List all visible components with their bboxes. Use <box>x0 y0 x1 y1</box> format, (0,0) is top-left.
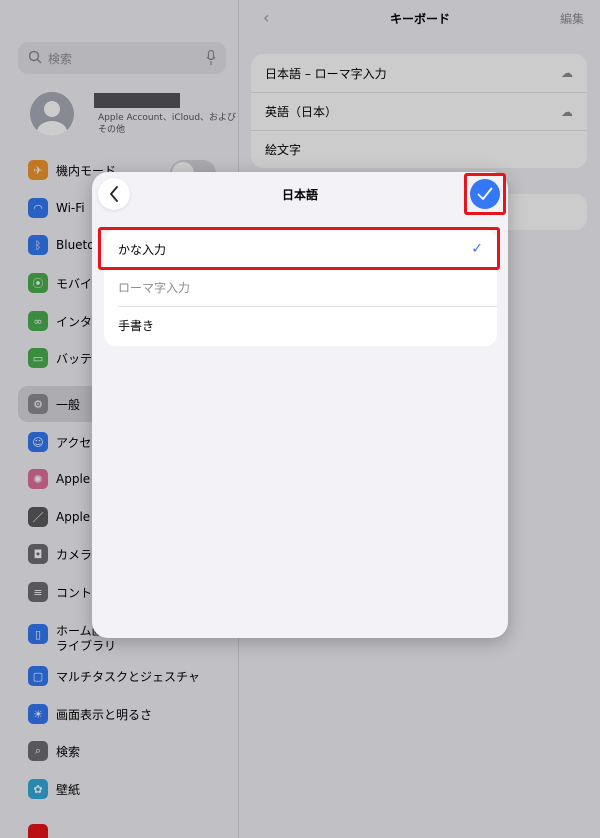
checkmark-icon <box>477 187 493 200</box>
option-label: 手書き <box>118 318 155 333</box>
done-button[interactable] <box>470 179 500 209</box>
kana-row-highlight <box>98 227 500 270</box>
keyboard-sheet: 日本語 かな入力 ✓ ローマ字入力 手書き <box>92 172 508 638</box>
option-handwriting[interactable]: 手書き <box>104 306 497 344</box>
option-romaji-input[interactable]: ローマ字入力 <box>104 268 497 306</box>
sheet-title: 日本語 <box>281 188 318 202</box>
option-label: ローマ字入力 <box>118 280 191 295</box>
